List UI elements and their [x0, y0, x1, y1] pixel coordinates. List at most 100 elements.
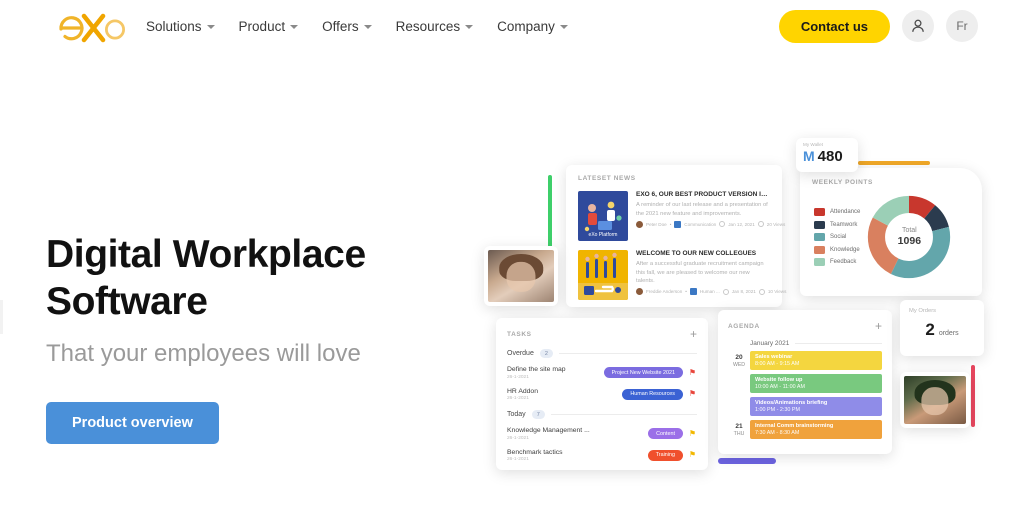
photo-face-shape: [506, 261, 536, 293]
account-button[interactable]: [902, 10, 934, 42]
legend-swatch: [814, 258, 825, 266]
agenda-event[interactable]: Sales webinar 8:00 AM - 9:15 AM: [750, 351, 882, 370]
left-edge-mark: [0, 300, 3, 334]
agenda-event-row[interactable]: 21 THU Internal Comm brainstorming 7:30 …: [728, 420, 882, 439]
news-item-title: WELCOME TO OUR NEW COLLEGUES: [636, 250, 757, 257]
tasks-card-header: TASKS +: [507, 328, 697, 340]
agenda-event-row[interactable]: 20 WED Sales webinar 8:00 AM - 9:15 AM: [728, 351, 882, 370]
nav-item-offers[interactable]: Offers: [322, 19, 372, 34]
agenda-day: 20 WED: [728, 351, 750, 368]
page-root: Solutions Product Offers Resources Compa…: [0, 0, 1024, 513]
plus-icon[interactable]: +: [690, 328, 697, 340]
agenda-event-title: Website follow up: [755, 377, 803, 383]
agenda-event-time: 7:30 AM - 8:30 AM: [755, 430, 800, 436]
nav-item-resources[interactable]: Resources: [396, 19, 474, 34]
news-item-meta: Freddie Anderson • Human ... Jan 8, 2021…: [636, 288, 786, 296]
exo-logo[interactable]: [58, 9, 126, 43]
eye-icon: [758, 288, 765, 295]
task-group-overdue: Overdue 2: [507, 349, 697, 358]
task-tag[interactable]: Training: [647, 449, 683, 461]
flag-icon[interactable]: ⚑: [688, 368, 697, 377]
nav-item-solutions[interactable]: Solutions: [146, 19, 215, 34]
flag-icon[interactable]: ⚑: [688, 429, 697, 438]
news-list-item[interactable]: WELCOME TO OUR NEW COLLEGUES After a suc…: [578, 250, 786, 300]
meta-separator: •: [685, 289, 687, 295]
agenda-card: AGENDA + January 2021 20 WED Sales webin…: [718, 310, 892, 454]
legend-label: Knowledge: [830, 246, 860, 253]
news-list-item[interactable]: eXo Platform EXO 6, OUR BEST PRODUCT VER…: [578, 191, 785, 241]
nav-item-company[interactable]: Company: [497, 19, 568, 34]
agenda-event-time: 1:00 PM - 2:30 PM: [755, 407, 800, 413]
task-row[interactable]: Knowledge Management ... 26-1-2021 Conte…: [507, 427, 697, 441]
task-row[interactable]: HR Addon 26-1-2021 Human Resources ⚑: [507, 388, 697, 402]
site-header: Solutions Product Offers Resources Compa…: [0, 0, 1024, 52]
task-group-count: 7: [531, 410, 545, 419]
nav-item-product[interactable]: Product: [239, 19, 299, 34]
contact-us-button[interactable]: Contact us: [778, 9, 890, 43]
agenda-day-spacer: [728, 374, 750, 377]
points-card-heading: WEEKLY POINTS: [812, 179, 873, 186]
orders-count: 2: [925, 320, 935, 339]
agenda-event[interactable]: Internal Comm brainstorming 7:30 AM - 8:…: [750, 420, 882, 439]
agenda-event-row[interactable]: Website follow up 10:00 AM - 11:00 AM: [728, 374, 882, 393]
task-row[interactable]: Define the site map 26-1-2021 Project Ne…: [507, 366, 697, 380]
news-item-body: EXO 6, OUR BEST PRODUCT VERSION IN 10 ..…: [636, 191, 785, 241]
chevron-down-icon: [290, 25, 299, 29]
divider: [558, 353, 697, 354]
svg-text:eXo Platform: eXo Platform: [589, 232, 618, 238]
news-item-title: EXO 6, OUR BEST PRODUCT VERSION IN 10 ..…: [636, 191, 770, 198]
hero-text-block: Digital Workplace Software That your emp…: [46, 232, 476, 444]
plus-icon[interactable]: +: [875, 320, 882, 332]
news-illustration-2-icon: [578, 252, 628, 300]
weekly-points-card: WEEKLY POINTS Attendance Teamwork Social: [800, 168, 982, 296]
nav-label-solutions: Solutions: [146, 18, 202, 34]
accent-bar-red: [971, 365, 975, 427]
news-item-body: WELCOME TO OUR NEW COLLEGUES After a suc…: [636, 250, 786, 300]
divider: [795, 343, 882, 344]
flag-icon[interactable]: ⚑: [688, 390, 697, 398]
hero-title-line-2: Software: [46, 279, 208, 323]
agenda-month-label: January 2021: [750, 340, 790, 347]
news-card-heading: LATESET NEWS: [578, 175, 636, 182]
task-name: HR Addon: [507, 387, 538, 395]
task-date: 26-1-2021: [507, 435, 529, 441]
language-switcher-button[interactable]: Fr: [946, 10, 978, 42]
agenda-event[interactable]: Videos/Animations briefing 1:00 PM - 2:3…: [750, 397, 882, 416]
task-date: 26-1-2021: [507, 374, 529, 380]
task-name: Knowledge Management ...: [507, 427, 590, 434]
task-info: Benchmark tactics 26-1-2021: [507, 449, 648, 463]
flag-icon[interactable]: ⚑: [688, 451, 697, 459]
task-row[interactable]: Benchmark tactics 26-1-2021 Training ⚑: [507, 449, 697, 463]
donut-total-label: Total: [901, 227, 917, 234]
nav-label-resources: Resources: [395, 18, 461, 34]
donut-legend: Attendance Teamwork Social Knowledge Fee…: [812, 208, 860, 266]
task-tag[interactable]: Content: [648, 428, 683, 440]
product-overview-button[interactable]: Product overview: [46, 401, 219, 444]
my-wallet-card: My Wallet M 480: [796, 138, 858, 172]
news-thumbnail-icon: eXo Platform: [578, 191, 628, 241]
donut-total-value: 1096: [897, 235, 922, 247]
legend-item-feedback: Feedback: [814, 258, 860, 266]
agenda-card-header: AGENDA +: [728, 320, 882, 332]
donut-chart-area: Attendance Teamwork Social Knowledge Fee…: [812, 194, 970, 280]
hero-subtitle: That your employees will love: [46, 339, 361, 367]
space-icon: [674, 220, 682, 228]
agenda-event-row[interactable]: Videos/Animations briefing 1:00 PM - 2:3…: [728, 397, 882, 416]
agenda-event[interactable]: Website follow up 10:00 AM - 11:00 AM: [750, 374, 882, 393]
agenda-day-number: 21: [735, 423, 743, 430]
news-item-meta: Peter Doe • Communication Jan 12, 2021 2…: [636, 220, 785, 228]
task-info: Knowledge Management ... 26-1-2021: [507, 427, 648, 441]
task-tag[interactable]: Project New Website 2021: [603, 367, 683, 379]
news-item-views: 20 Views: [766, 221, 786, 227]
task-name: Define the site map: [507, 366, 566, 373]
task-tag[interactable]: Human Resources: [622, 388, 683, 400]
task-date: 26-1-2021: [507, 396, 529, 401]
news-thumbnail-icon: [578, 250, 628, 300]
my-orders-card: My Orders 2 orders: [900, 300, 984, 356]
legend-label: Teamwork: [830, 221, 858, 228]
wallet-currency-symbol: M: [803, 148, 815, 164]
divider: [550, 414, 697, 415]
accent-bar-purple: [718, 458, 776, 464]
donut-center: Total 1096: [887, 215, 932, 259]
news-item-space: Communication: [684, 221, 717, 227]
